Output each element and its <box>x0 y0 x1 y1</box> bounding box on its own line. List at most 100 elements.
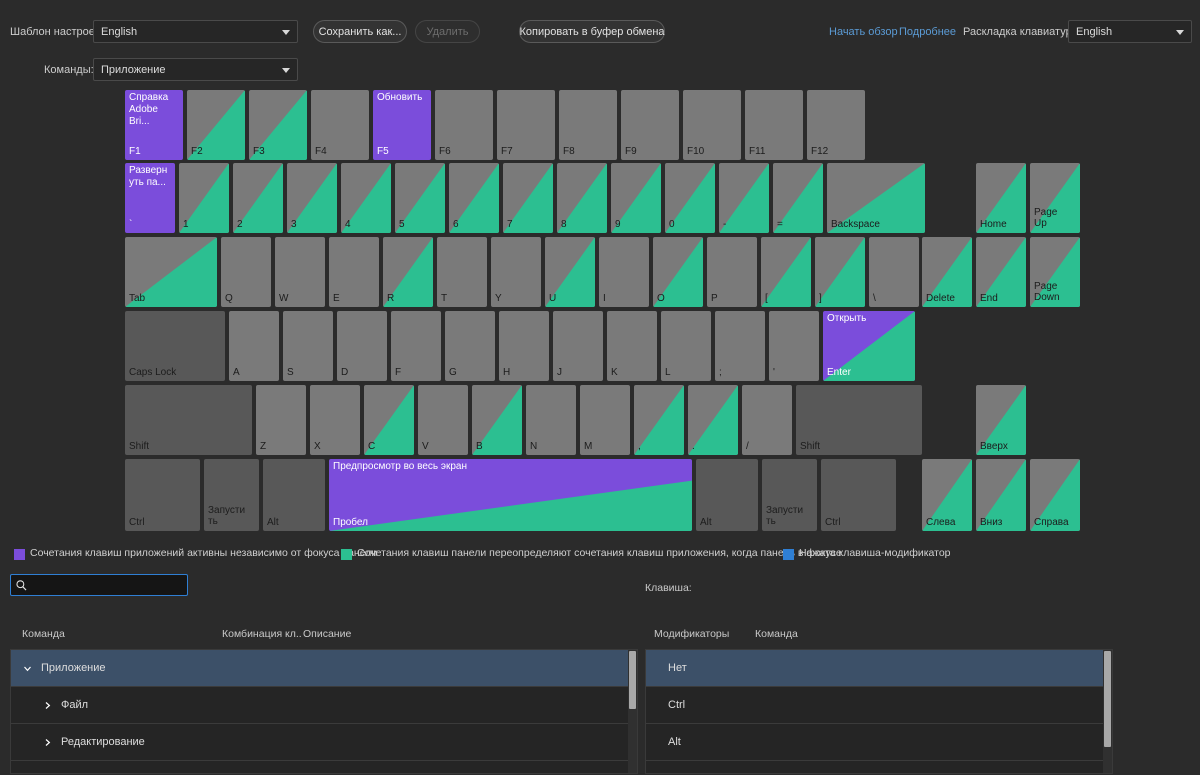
key-f4[interactable]: F4 <box>311 90 369 160</box>
key-вверх[interactable]: Вверх <box>976 385 1026 455</box>
key-end[interactable]: End <box>976 237 1026 307</box>
commands-table-scrollbar[interactable] <box>628 650 637 773</box>
col-header-command-right[interactable]: Команда <box>755 628 798 640</box>
key-пробел[interactable]: Предпросмотр во весь экран Пробел <box>329 459 692 531</box>
key-справа[interactable]: Справа <box>1030 459 1080 531</box>
key-p[interactable]: P <box>707 237 757 307</box>
key-6[interactable]: 6 <box>449 163 499 233</box>
key-i[interactable]: I <box>599 237 649 307</box>
key-j[interactable]: J <box>553 311 603 381</box>
key-f7[interactable]: F7 <box>497 90 555 160</box>
key-f[interactable]: F <box>391 311 441 381</box>
key-v[interactable]: V <box>418 385 468 455</box>
key-delete[interactable]: Delete <box>922 237 972 307</box>
key-o[interactable]: O <box>653 237 703 307</box>
key-h[interactable]: H <box>499 311 549 381</box>
col-header-command[interactable]: Команда <box>22 628 65 640</box>
key-1[interactable]: 1 <box>179 163 229 233</box>
key-alt[interactable]: Alt <box>696 459 758 531</box>
key-page-down[interactable]: Page Down <box>1030 237 1080 307</box>
key-g[interactable]: G <box>445 311 495 381</box>
key-l[interactable]: L <box>661 311 711 381</box>
key-5[interactable]: 5 <box>395 163 445 233</box>
key-f1[interactable]: Справка Adobe Bri... F1 <box>125 90 183 160</box>
col-header-modifiers[interactable]: Модификаторы <box>654 628 729 640</box>
table-row[interactable]: Приложение <box>11 650 637 687</box>
key-[interactable]: ' <box>769 311 819 381</box>
commands-select[interactable]: Приложение <box>93 58 298 81</box>
key-вниз[interactable]: Вниз <box>976 459 1026 531</box>
key-7[interactable]: 7 <box>503 163 553 233</box>
key-n[interactable]: N <box>526 385 576 455</box>
key-q[interactable]: Q <box>221 237 271 307</box>
keyboard-layout-select[interactable]: English <box>1068 20 1192 43</box>
key-shift[interactable]: Shift <box>796 385 922 455</box>
start-tour-link[interactable]: Начать обзор <box>829 26 898 38</box>
key-[interactable]: , <box>634 385 684 455</box>
key-t[interactable]: T <box>437 237 487 307</box>
key-d[interactable]: D <box>337 311 387 381</box>
key-[interactable]: ] <box>815 237 865 307</box>
modifiers-table-scrollbar[interactable] <box>1103 650 1112 773</box>
key-2[interactable]: 2 <box>233 163 283 233</box>
key-[interactable]: \ <box>869 237 919 307</box>
save-as-button[interactable]: Сохранить как... <box>313 20 407 43</box>
list-item[interactable]: Alt <box>646 724 1112 761</box>
scrollbar-thumb[interactable] <box>1104 651 1111 747</box>
preset-select[interactable]: English <box>93 20 298 43</box>
key-9[interactable]: 9 <box>611 163 661 233</box>
key-page-up[interactable]: Page Up <box>1030 163 1080 233</box>
key-home[interactable]: Home <box>976 163 1026 233</box>
delete-button[interactable]: Удалить <box>415 20 480 43</box>
more-info-link[interactable]: Подробнее <box>899 26 956 38</box>
key-f8[interactable]: F8 <box>559 90 617 160</box>
key-[interactable]: Разверн уть па... ` <box>125 163 175 233</box>
key-y[interactable]: Y <box>491 237 541 307</box>
key-[interactable]: - <box>719 163 769 233</box>
key-4[interactable]: 4 <box>341 163 391 233</box>
table-row[interactable]: Редактирование <box>11 724 637 761</box>
key-u[interactable]: U <box>545 237 595 307</box>
key-s[interactable]: S <box>283 311 333 381</box>
key-слева[interactable]: Слева <box>922 459 972 531</box>
scrollbar-thumb[interactable] <box>629 651 636 709</box>
key-alt[interactable]: Alt <box>263 459 325 531</box>
chevron-right-icon[interactable] <box>43 701 52 710</box>
key-x[interactable]: X <box>310 385 360 455</box>
key-k[interactable]: K <box>607 311 657 381</box>
key-[interactable]: . <box>688 385 738 455</box>
key-0[interactable]: 0 <box>665 163 715 233</box>
key-f10[interactable]: F10 <box>683 90 741 160</box>
commands-table[interactable]: Приложение Файл Редактирование <box>10 649 638 774</box>
key-backspace[interactable]: Backspace <box>827 163 925 233</box>
search-box[interactable] <box>10 574 188 596</box>
col-header-shortcut[interactable]: Комбинация кл.. <box>222 628 302 640</box>
chevron-right-icon[interactable] <box>43 738 52 747</box>
key-b[interactable]: B <box>472 385 522 455</box>
key-[interactable]: / <box>742 385 792 455</box>
key-tab[interactable]: Tab <box>125 237 217 307</box>
list-item[interactable]: Нет <box>646 650 1112 687</box>
key-[interactable]: = <box>773 163 823 233</box>
key-z[interactable]: Z <box>256 385 306 455</box>
key-m[interactable]: M <box>580 385 630 455</box>
list-item[interactable]: Ctrl <box>646 687 1112 724</box>
chevron-down-icon[interactable] <box>23 664 32 673</box>
key-caps-lock[interactable]: Caps Lock <box>125 311 225 381</box>
key-f5[interactable]: Обновить F5 <box>373 90 431 160</box>
key-e[interactable]: E <box>329 237 379 307</box>
key-f11[interactable]: F11 <box>745 90 803 160</box>
key-8[interactable]: 8 <box>557 163 607 233</box>
key-w[interactable]: W <box>275 237 325 307</box>
key-ctrl[interactable]: Ctrl <box>821 459 896 531</box>
key-f3[interactable]: F3 <box>249 90 307 160</box>
key-a[interactable]: A <box>229 311 279 381</box>
key-r[interactable]: R <box>383 237 433 307</box>
col-header-description[interactable]: Описание <box>303 628 351 640</box>
search-input[interactable] <box>31 578 181 592</box>
key-shift[interactable]: Shift <box>125 385 252 455</box>
key-3[interactable]: 3 <box>287 163 337 233</box>
key-запусти-ть[interactable]: Запусти ть <box>762 459 817 531</box>
key-[interactable]: ; <box>715 311 765 381</box>
table-row[interactable]: Файл <box>11 687 637 724</box>
